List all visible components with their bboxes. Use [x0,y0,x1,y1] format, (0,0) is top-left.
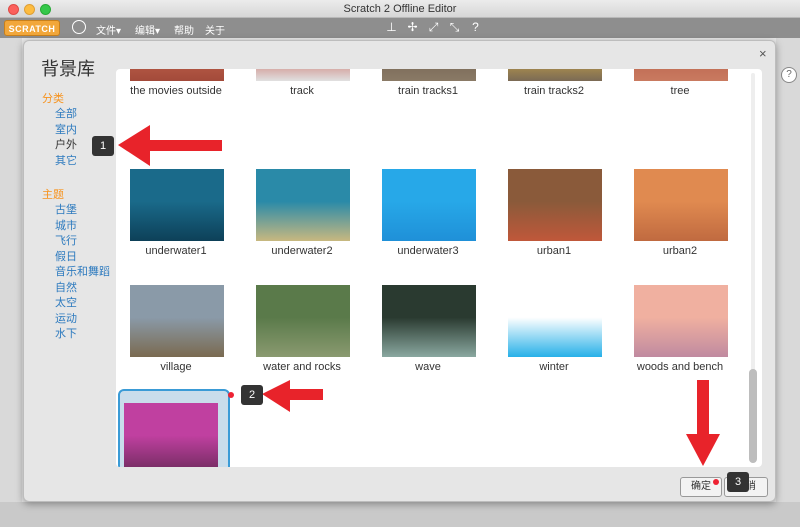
delete-cut-icon[interactable]: ✢ [406,21,419,34]
backdrop-label: urban2 [662,245,698,257]
backdrop-tile[interactable]: the movies outside [118,69,230,163]
backdrop-thumbnail [382,169,476,241]
backdrop-label: the movies outside [130,85,222,97]
language-globe-icon[interactable] [72,20,86,34]
backdrop-thumbnail [508,285,602,357]
backdrop-label: underwater1 [145,245,207,257]
annotation-badge-1: 1 [92,136,114,156]
backdrop-library-dialog: 背景库 × 分类 全部 室内 户外 其它 主题 古堡 城市 飞行 假日 音乐和舞… [23,40,776,502]
menu-file[interactable]: 文件▾ [96,22,121,37]
grid-scrollbar[interactable] [749,73,757,463]
backdrop-label: winter [539,361,569,373]
menu-edit[interactable]: 编辑▾ [135,22,160,37]
shrink-icon[interactable]: ⤡ [448,21,461,34]
backdrop-label: train tracks2 [524,85,584,97]
scrollbar-thumb[interactable] [749,369,757,463]
minimize-window-button[interactable] [24,4,35,15]
backdrop-tile[interactable]: water and rocks [244,273,356,379]
block-help-icon[interactable]: ? [469,21,482,34]
scratch-logo[interactable]: SCRATCH [4,20,60,36]
editor-bottom-strip [0,502,800,527]
backdrop-tile[interactable]: underwater1 [118,157,230,263]
backdrop-label: underwater3 [397,245,459,257]
backdrop-label: underwater2 [271,245,333,257]
grow-icon[interactable]: ⤢ [427,21,440,34]
window-titlebar: Scratch 2 Offline Editor [0,0,800,18]
backdrop-tile[interactable]: train tracks2 [496,69,608,163]
backdrop-tile[interactable]: urban1 [496,157,608,263]
backdrop-thumbnail [130,169,224,241]
backdrop-thumbnail [634,169,728,241]
backdrop-thumbnail [634,285,728,357]
backdrop-tile[interactable]: wave [370,273,482,379]
annotation-dot-3 [713,479,719,485]
backdrop-label: village [160,361,192,373]
backdrop-label: urban1 [536,245,572,257]
backdrop-label: woods and bench [636,361,724,373]
annotation-dot-2 [228,392,234,398]
scratch-menubar: SCRATCH 文件▾ 编辑▾ 帮助 关于 ⊥ ✢ ⤢ ⤡ ? [0,18,800,38]
backdrop-tile[interactable]: woods [118,389,230,467]
backdrop-label: train tracks1 [398,85,458,97]
backdrop-tile[interactable]: village [118,273,230,379]
window-title: Scratch 2 Offline Editor [343,3,457,15]
backdrop-thumbnail [256,285,350,357]
backdrop-thumbnail [256,169,350,241]
backdrop-thumbnail [382,285,476,357]
backdrop-label: track [290,85,314,97]
annotation-badge-3: 3 [727,472,749,492]
menu-help[interactable]: 帮助 [174,22,194,37]
backdrop-tile[interactable]: train tracks1 [370,69,482,163]
menu-about[interactable]: 关于 [205,22,225,37]
backdrop-tile[interactable]: winter [496,273,608,379]
backdrop-thumbnail [130,69,224,81]
backdrop-thumbnail [508,69,602,81]
close-window-button[interactable] [8,4,19,15]
backdrop-tile[interactable]: urban2 [622,157,734,263]
backdrop-label: wave [415,361,441,373]
backdrop-thumbnail [130,285,224,357]
editor-underlay-right [776,38,800,527]
backdrop-thumbnail [508,169,602,241]
dialog-title: 背景库 [41,59,95,80]
maximize-window-button[interactable] [40,4,51,15]
backdrop-label: water and rocks [263,361,341,373]
backdrop-tile[interactable]: underwater3 [370,157,482,263]
help-question-icon[interactable]: ? [781,67,797,83]
annotation-badge-2: 2 [241,385,263,405]
duplicate-stamp-icon[interactable]: ⊥ [385,21,398,34]
editor-underlay-left [0,38,22,527]
backdrop-tile[interactable]: tree [622,69,734,163]
backdrop-thumbnail [634,69,728,81]
backdrop-thumbnail [124,403,218,467]
backdrop-grid: the movies outside track train tracks1 trai… [116,69,762,467]
backdrop-thumbnail [256,69,350,81]
dialog-close-icon[interactable]: × [759,46,767,61]
backdrop-label: tree [670,85,690,97]
backdrop-tile[interactable]: woods and bench [622,273,734,379]
backdrop-thumbnail [382,69,476,81]
backdrop-tile[interactable]: underwater2 [244,157,356,263]
backdrop-tile[interactable]: track [244,69,356,163]
